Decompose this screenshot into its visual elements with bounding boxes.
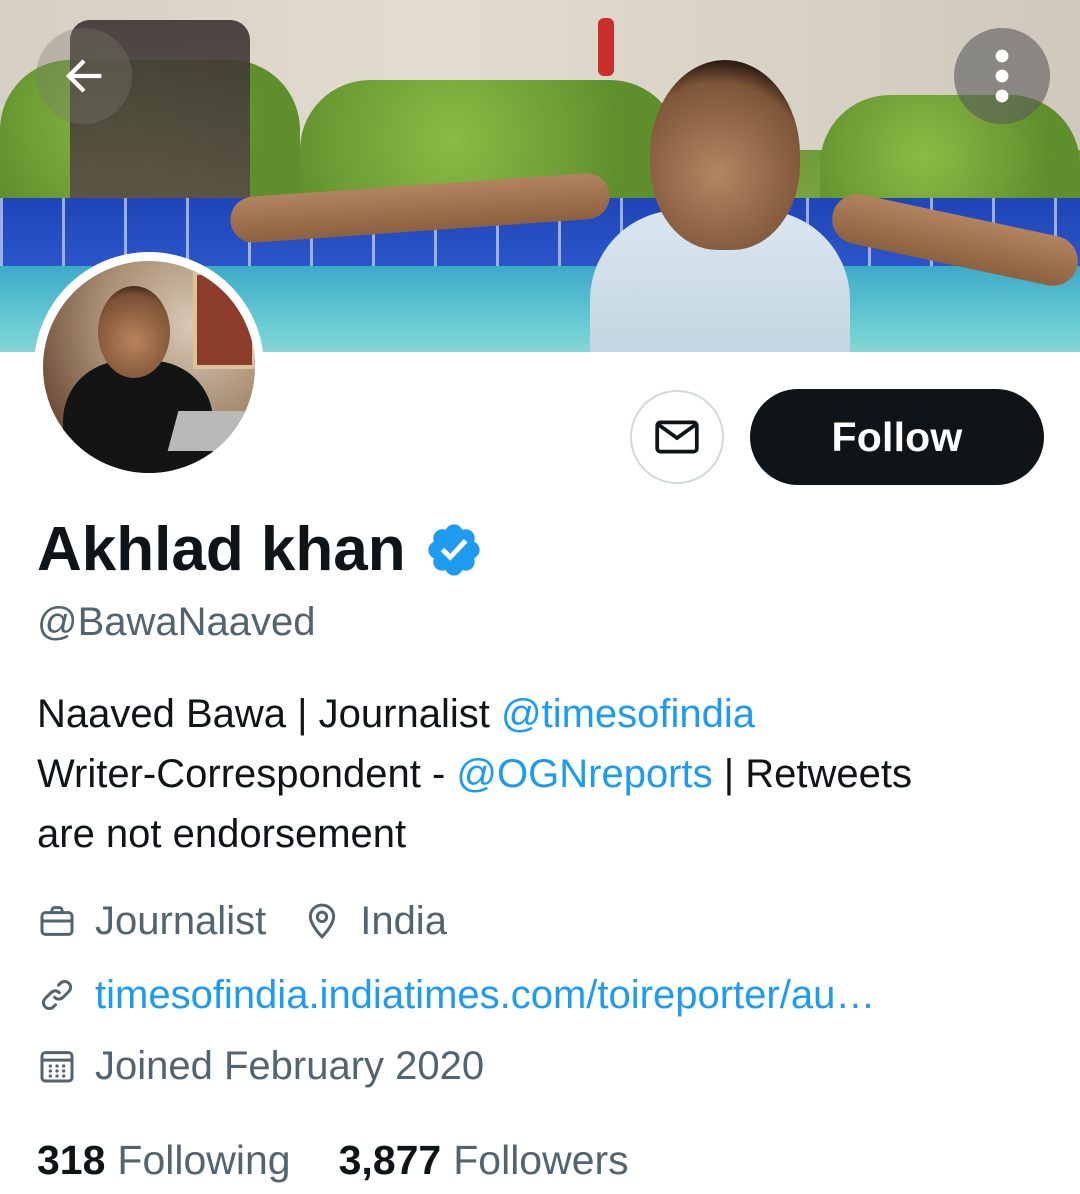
mention-link[interactable]: @timesofindia [501,692,755,736]
follow-button[interactable]: Follow [750,389,1044,485]
profile-category: Journalist [95,899,267,943]
location-pin-icon [302,901,342,941]
following-label: Following [117,1137,291,1183]
followers-count: 3,877 [338,1137,442,1183]
calendar-icon [37,1046,77,1086]
bio-line: are not endorsement [37,812,407,856]
profile-meta-row: Joined February 2020 [37,1041,484,1091]
profile-handle: @BawaNaaved [37,600,316,644]
message-button[interactable] [630,390,724,484]
arrow-left-icon [65,59,102,93]
avatar-photo [43,261,255,473]
link-icon [37,975,77,1015]
profile-website-link[interactable]: timesofindia.indiatimes.com/toireporter/… [95,970,875,1020]
bio-line: Naaved Bawa | Journalist @timesofindia [37,684,1047,744]
bio-text: | Retweets [712,752,912,796]
profile-bio: Naaved Bawa | Journalist @timesofindia W… [37,684,1047,864]
mention-link[interactable]: @OGNreports [456,752,712,796]
verified-badge-icon[interactable] [424,520,484,580]
profile-location: India [360,899,447,943]
followers-link[interactable]: 3,877 Followers [339,1134,629,1186]
avatar[interactable] [34,252,264,482]
banner-person [560,40,850,352]
display-name: Akhlad khan [37,515,406,584]
profile-meta-row: timesofindia.indiatimes.com/toireporter/… [37,970,875,1020]
back-button[interactable] [36,28,132,124]
mail-icon [655,420,699,454]
briefcase-icon [37,901,77,941]
profile-name-row: Akhlad khan [37,512,484,588]
bio-line: Writer-Correspondent - @OGNreports | Ret… [37,744,1047,804]
profile-page: Follow Akhlad khan @BawaNaaved Naaved Ba… [0,0,1080,1194]
following-link[interactable]: 318 Following [37,1134,291,1186]
following-count: 318 [37,1137,106,1183]
more-options-button[interactable] [954,28,1050,124]
profile-joined-date: Joined February 2020 [95,1044,485,1088]
followers-label: Followers [453,1137,629,1183]
profile-meta-row: Journalist India [37,896,447,946]
bio-text: Naaved Bawa | Journalist [37,692,501,736]
more-vertical-icon [995,49,1009,103]
bio-text: Writer-Correspondent - [37,752,457,796]
profile-stats: 318 Following 3,877 Followers [37,1134,629,1186]
